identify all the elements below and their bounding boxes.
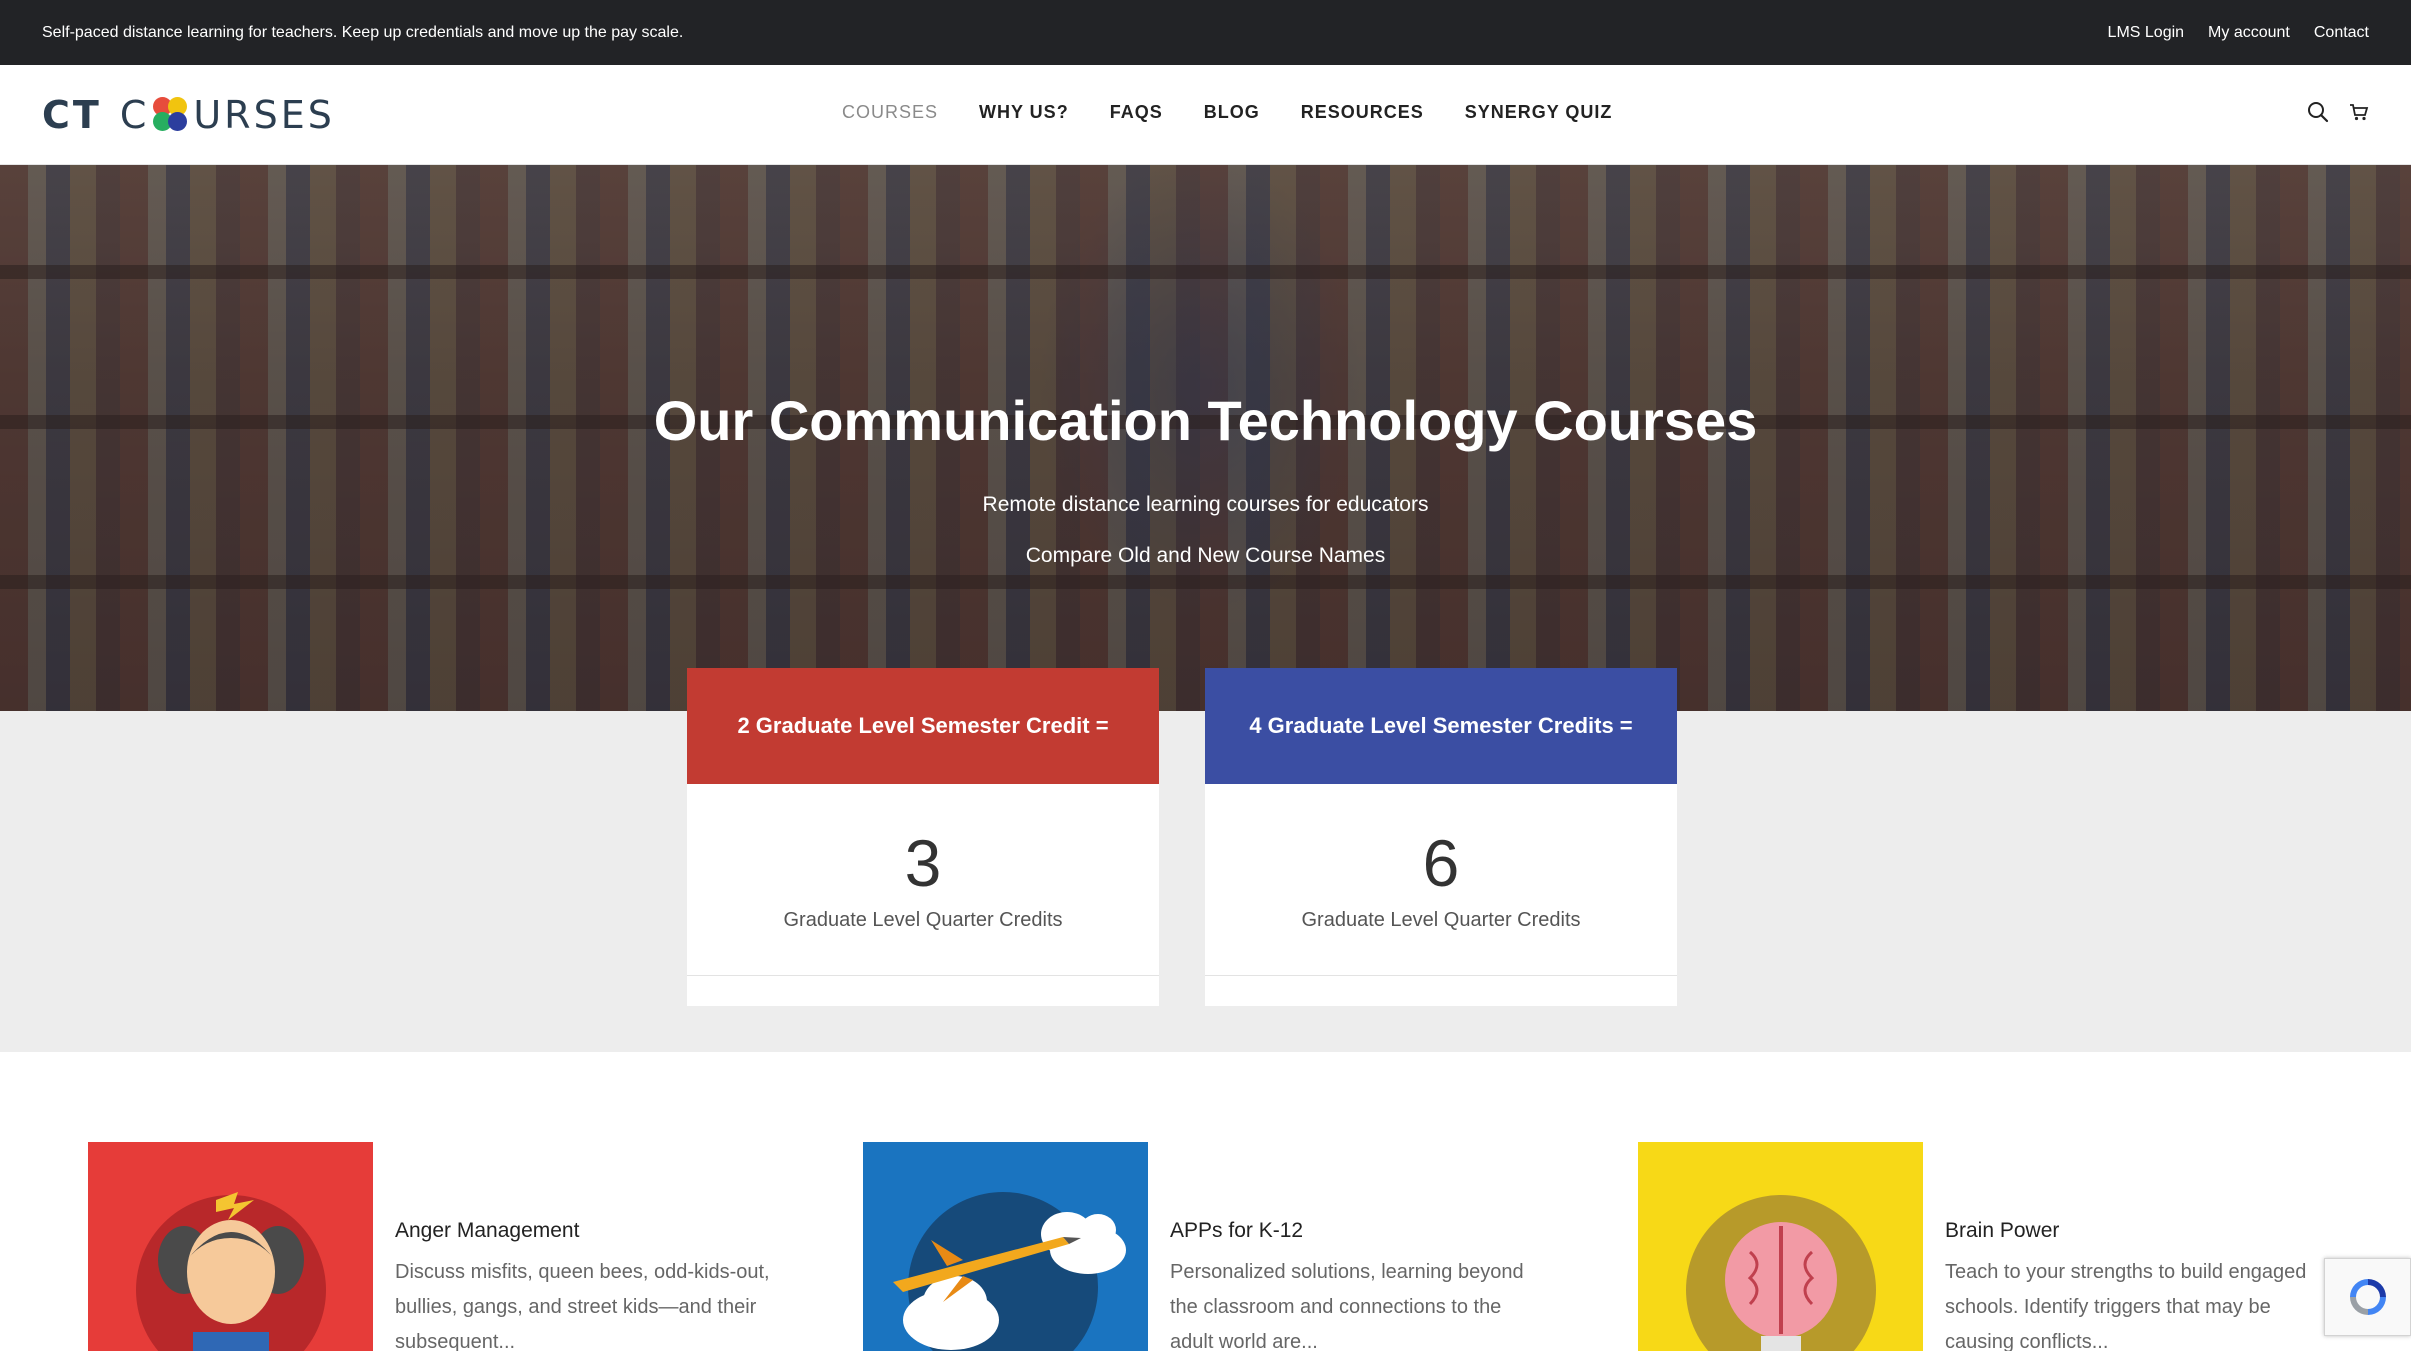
course-card-anger-management[interactable]: Anger Management Discuss misfits, queen … — [88, 1142, 808, 1351]
nav-synergy-quiz[interactable]: SYNERGY QUIZ — [1465, 102, 1613, 123]
paper-plane-icon[interactable] — [863, 1142, 1148, 1351]
course-title[interactable]: Brain Power — [1945, 1219, 2059, 1243]
top-bar: Self-paced distance learning for teacher… — [0, 0, 2411, 65]
angry-girl-icon[interactable] — [88, 1142, 373, 1351]
nav-faqs[interactable]: FAQS — [1110, 102, 1163, 123]
recaptcha-badge[interactable] — [2324, 1258, 2411, 1336]
course-title[interactable]: APPs for K-12 — [1170, 1219, 1303, 1243]
course-card-brain-power[interactable]: Brain Power Teach to your strengths to b… — [1638, 1142, 2358, 1351]
credit-number: 6 — [1422, 826, 1460, 900]
card-divider — [687, 975, 1159, 976]
brain-lightbulb-icon[interactable] — [1638, 1142, 1923, 1351]
course-title[interactable]: Anger Management — [395, 1219, 579, 1243]
top-links: LMS Login My account Contact — [2108, 24, 2369, 42]
logo-dots-icon — [153, 97, 189, 133]
credit-card-header: 2 Graduate Level Semester Credit = — [687, 668, 1159, 784]
card-divider — [1205, 975, 1677, 976]
course-description: Discuss misfits, queen bees, odd-kids-ou… — [395, 1261, 770, 1351]
header-icons — [2307, 101, 2369, 128]
site-header: CT C URSES COURSES WHY US? FAQS BLOG RES… — [0, 65, 2411, 165]
contact-link[interactable]: Contact — [2314, 24, 2369, 42]
nav-blog[interactable]: BLOG — [1204, 102, 1260, 123]
credit-label: Graduate Level Quarter Credits — [1301, 909, 1581, 931]
credit-card-header: 4 Graduate Level Semester Credits = — [1205, 668, 1677, 784]
hero-subtitle: Remote distance learning courses for edu… — [982, 493, 1429, 516]
logo-ct: CT — [42, 93, 102, 137]
nav-resources[interactable]: RESOURCES — [1301, 102, 1424, 123]
main-nav: COURSES WHY US? FAQS BLOG RESOURCES SYNE… — [842, 102, 1612, 123]
credit-number: 3 — [904, 826, 942, 900]
site-logo[interactable]: CT C URSES — [42, 93, 335, 137]
page-title: Our Communication Technology Courses — [653, 389, 1758, 452]
credit-card-2: 2 Graduate Level Semester Credit = 3 Gra… — [687, 668, 1159, 1006]
course-description: Personalized solutions, learning beyond … — [1170, 1261, 1524, 1351]
logo-urses: URSES — [193, 93, 335, 137]
logo-c: C — [119, 93, 150, 137]
lms-login-link[interactable]: LMS Login — [2108, 24, 2185, 42]
compare-course-names-link[interactable]: Compare Old and New Course Names — [0, 544, 2411, 568]
my-account-link[interactable]: My account — [2208, 24, 2290, 42]
nav-courses[interactable]: COURSES — [842, 102, 938, 123]
tagline: Self-paced distance learning for teacher… — [42, 24, 684, 41]
credit-label: Graduate Level Quarter Credits — [783, 909, 1063, 931]
search-icon[interactable] — [2307, 101, 2329, 128]
recaptcha-icon — [2349, 1279, 2386, 1315]
credit-card-4: 4 Graduate Level Semester Credits = 6 Gr… — [1205, 668, 1677, 1006]
hero-banner: Our Communication Technology Courses Rem… — [0, 165, 2411, 711]
course-description: Teach to your strengths to build engaged… — [1945, 1261, 2307, 1351]
course-card-apps-k12[interactable]: APPs for K-12 Personalized solutions, le… — [863, 1142, 1583, 1351]
cart-icon[interactable] — [2349, 102, 2369, 127]
nav-why-us[interactable]: WHY US? — [979, 102, 1069, 123]
